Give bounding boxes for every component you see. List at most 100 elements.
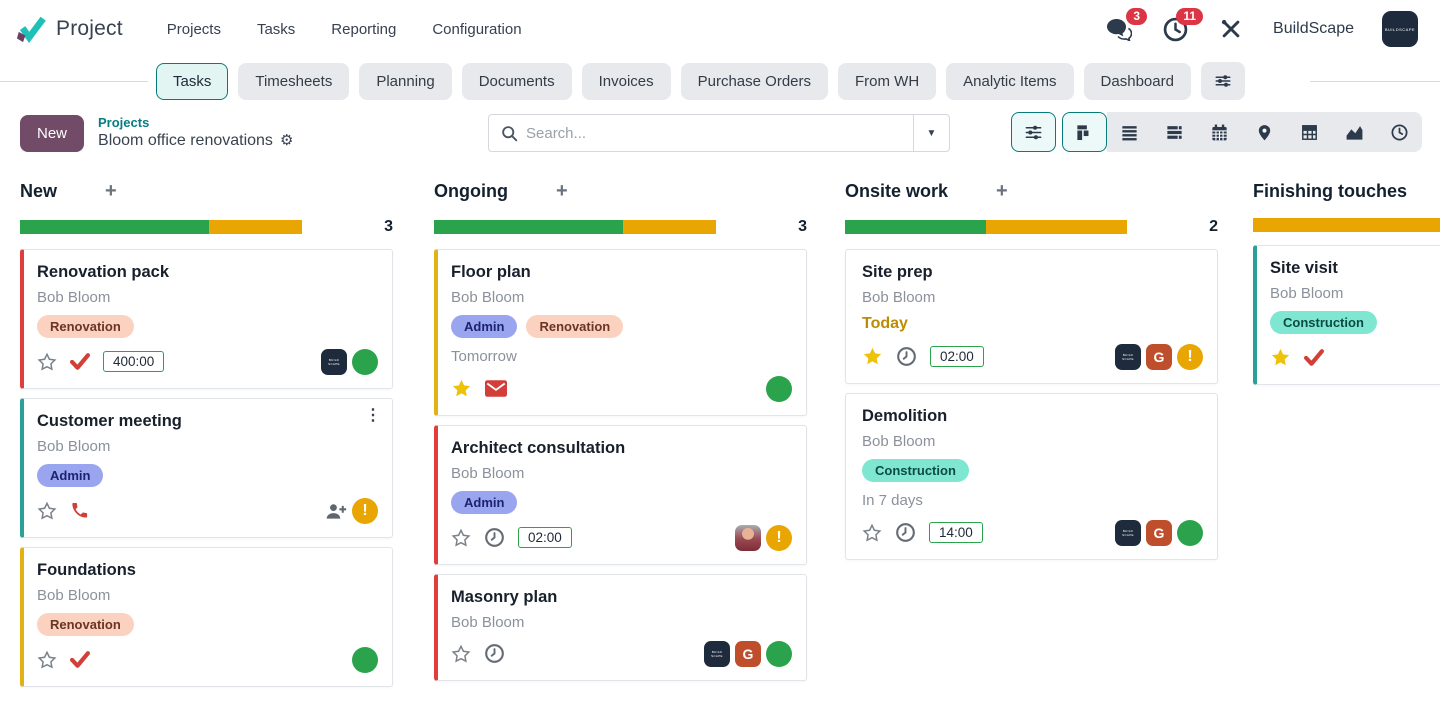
star-icon[interactable] — [451, 644, 471, 664]
assignee-avatar-g[interactable]: G — [1146, 344, 1172, 370]
column-progress-bar[interactable] — [845, 220, 1127, 234]
task-card[interactable]: Architect consultation Bob Bloom Admin 0… — [434, 425, 807, 565]
assignee-avatar-g[interactable]: G — [1146, 520, 1172, 546]
clock-icon[interactable] — [896, 346, 917, 367]
view-calendar-button[interactable] — [1197, 112, 1242, 152]
task-card[interactable]: Floor plan Bob Bloom Admin Renovation To… — [434, 249, 807, 416]
done-check-icon[interactable] — [1304, 349, 1324, 366]
kanban-state-done-icon[interactable] — [352, 349, 378, 375]
activities-icon[interactable]: 11 — [1161, 16, 1189, 42]
company-name[interactable]: BuildScape — [1273, 20, 1354, 38]
tab-analytic-items[interactable]: Analytic Items — [946, 63, 1073, 100]
task-card[interactable]: Site visit Bob Bloom Construction — [1253, 245, 1440, 385]
menu-projects[interactable]: Projects — [167, 21, 221, 38]
search-input[interactable] — [518, 125, 913, 142]
add-task-button[interactable]: + — [105, 181, 117, 201]
tag-construction[interactable]: Construction — [862, 459, 969, 482]
company-avatar[interactable]: BUILDSCAPE — [1115, 520, 1141, 546]
star-icon-filled[interactable] — [1270, 347, 1291, 368]
menu-tasks[interactable]: Tasks — [257, 21, 295, 38]
task-card[interactable]: ⋮ Customer meeting Bob Bloom Admin — [20, 398, 393, 538]
kanban-state-done-icon[interactable] — [352, 647, 378, 673]
tag-renovation[interactable]: Renovation — [526, 315, 623, 338]
view-activity-button[interactable] — [1377, 112, 1422, 152]
menu-reporting[interactable]: Reporting — [331, 21, 396, 38]
tab-from-wh[interactable]: From WH — [838, 63, 936, 100]
user-avatar[interactable]: BUILDSCAPE — [1382, 11, 1418, 47]
activity-exception-icon[interactable]: ! — [1177, 344, 1203, 370]
tab-documents[interactable]: Documents — [462, 63, 572, 100]
company-avatar[interactable]: BUILDSCAPE — [704, 641, 730, 667]
allocated-hours[interactable]: 14:00 — [929, 522, 983, 543]
tag-admin[interactable]: Admin — [451, 491, 517, 514]
assignee-avatar-g[interactable]: G — [735, 641, 761, 667]
tab-invoices[interactable]: Invoices — [582, 63, 671, 100]
email-activity-icon[interactable] — [485, 380, 507, 397]
menu-configuration[interactable]: Configuration — [432, 21, 521, 38]
actions-gear-icon[interactable]: ⚙ — [280, 132, 293, 151]
star-icon[interactable] — [37, 501, 57, 521]
breadcrumb-projects-link[interactable]: Projects — [98, 115, 293, 131]
star-icon[interactable] — [37, 650, 57, 670]
task-assignee: Bob Bloom — [37, 438, 378, 455]
messages-icon[interactable]: 3 — [1105, 16, 1133, 42]
star-icon-filled[interactable] — [862, 346, 883, 367]
phone-activity-icon[interactable] — [70, 501, 89, 520]
star-icon-filled[interactable] — [451, 378, 472, 399]
tab-tasks[interactable]: Tasks — [156, 63, 228, 100]
tab-planning[interactable]: Planning — [359, 63, 451, 100]
view-pivot-button[interactable] — [1287, 112, 1332, 152]
allocated-hours[interactable]: 400:00 — [103, 351, 164, 372]
done-check-icon[interactable] — [70, 651, 90, 668]
assign-person-icon[interactable] — [325, 502, 347, 520]
gantt-icon — [1165, 123, 1184, 142]
kanban-state-done-icon[interactable] — [766, 376, 792, 402]
tab-settings-button[interactable] — [1201, 62, 1245, 100]
tag-admin[interactable]: Admin — [451, 315, 517, 338]
star-icon[interactable] — [451, 528, 471, 548]
tag-renovation[interactable]: Renovation — [37, 613, 134, 636]
kanban-column-ongoing: Ongoing + 3 Floor plan Bob Bloom Admin R… — [434, 176, 807, 681]
search-dropdown-toggle[interactable]: ▼ — [913, 115, 949, 151]
clock-icon[interactable] — [484, 643, 505, 664]
tag-admin[interactable]: Admin — [37, 464, 103, 487]
task-card[interactable]: Renovation pack Bob Bloom Renovation 400… — [20, 249, 393, 389]
task-card[interactable]: Demolition Bob Bloom Construction In 7 d… — [845, 393, 1218, 560]
tag-construction[interactable]: Construction — [1270, 311, 1377, 334]
filters-panel-button[interactable] — [1011, 112, 1056, 152]
task-card[interactable]: Foundations Bob Bloom Renovation — [20, 547, 393, 687]
allocated-hours[interactable]: 02:00 — [930, 346, 984, 367]
clock-icon[interactable] — [895, 522, 916, 543]
tools-icon[interactable] — [1217, 16, 1245, 42]
task-card[interactable]: Masonry plan Bob Bloom BUILDSCAPE G — [434, 574, 807, 681]
activity-exception-icon[interactable]: ! — [766, 525, 792, 551]
kanban-state-done-icon[interactable] — [1177, 520, 1203, 546]
view-list-button[interactable] — [1107, 112, 1152, 152]
column-progress-bar[interactable] — [20, 220, 302, 234]
done-check-icon[interactable] — [70, 353, 90, 370]
clock-icon[interactable] — [484, 527, 505, 548]
company-avatar[interactable]: BUILDSCAPE — [321, 349, 347, 375]
star-icon[interactable] — [37, 352, 57, 372]
add-task-button[interactable]: + — [996, 181, 1008, 201]
new-button[interactable]: New — [20, 115, 84, 152]
star-icon[interactable] — [862, 523, 882, 543]
column-progress-bar[interactable] — [1253, 218, 1440, 232]
view-graph-button[interactable] — [1332, 112, 1377, 152]
view-gantt-button[interactable] — [1152, 112, 1197, 152]
add-task-button[interactable]: + — [556, 181, 568, 201]
kanban-state-done-icon[interactable] — [766, 641, 792, 667]
assignee-avatar[interactable] — [735, 525, 761, 551]
column-progress-bar[interactable] — [434, 220, 716, 234]
card-menu-icon[interactable]: ⋮ — [365, 408, 381, 424]
activity-exception-icon[interactable]: ! — [352, 498, 378, 524]
task-card[interactable]: Site prep Bob Bloom Today 02:00 BUILDSCA… — [845, 249, 1218, 384]
tab-timesheets[interactable]: Timesheets — [238, 63, 349, 100]
tag-renovation[interactable]: Renovation — [37, 315, 134, 338]
view-kanban-button[interactable] — [1062, 112, 1107, 152]
view-map-button[interactable] — [1242, 112, 1287, 152]
tab-dashboard[interactable]: Dashboard — [1084, 63, 1191, 100]
company-avatar[interactable]: BUILDSCAPE — [1115, 344, 1141, 370]
allocated-hours[interactable]: 02:00 — [518, 527, 572, 548]
tab-purchase-orders[interactable]: Purchase Orders — [681, 63, 828, 100]
